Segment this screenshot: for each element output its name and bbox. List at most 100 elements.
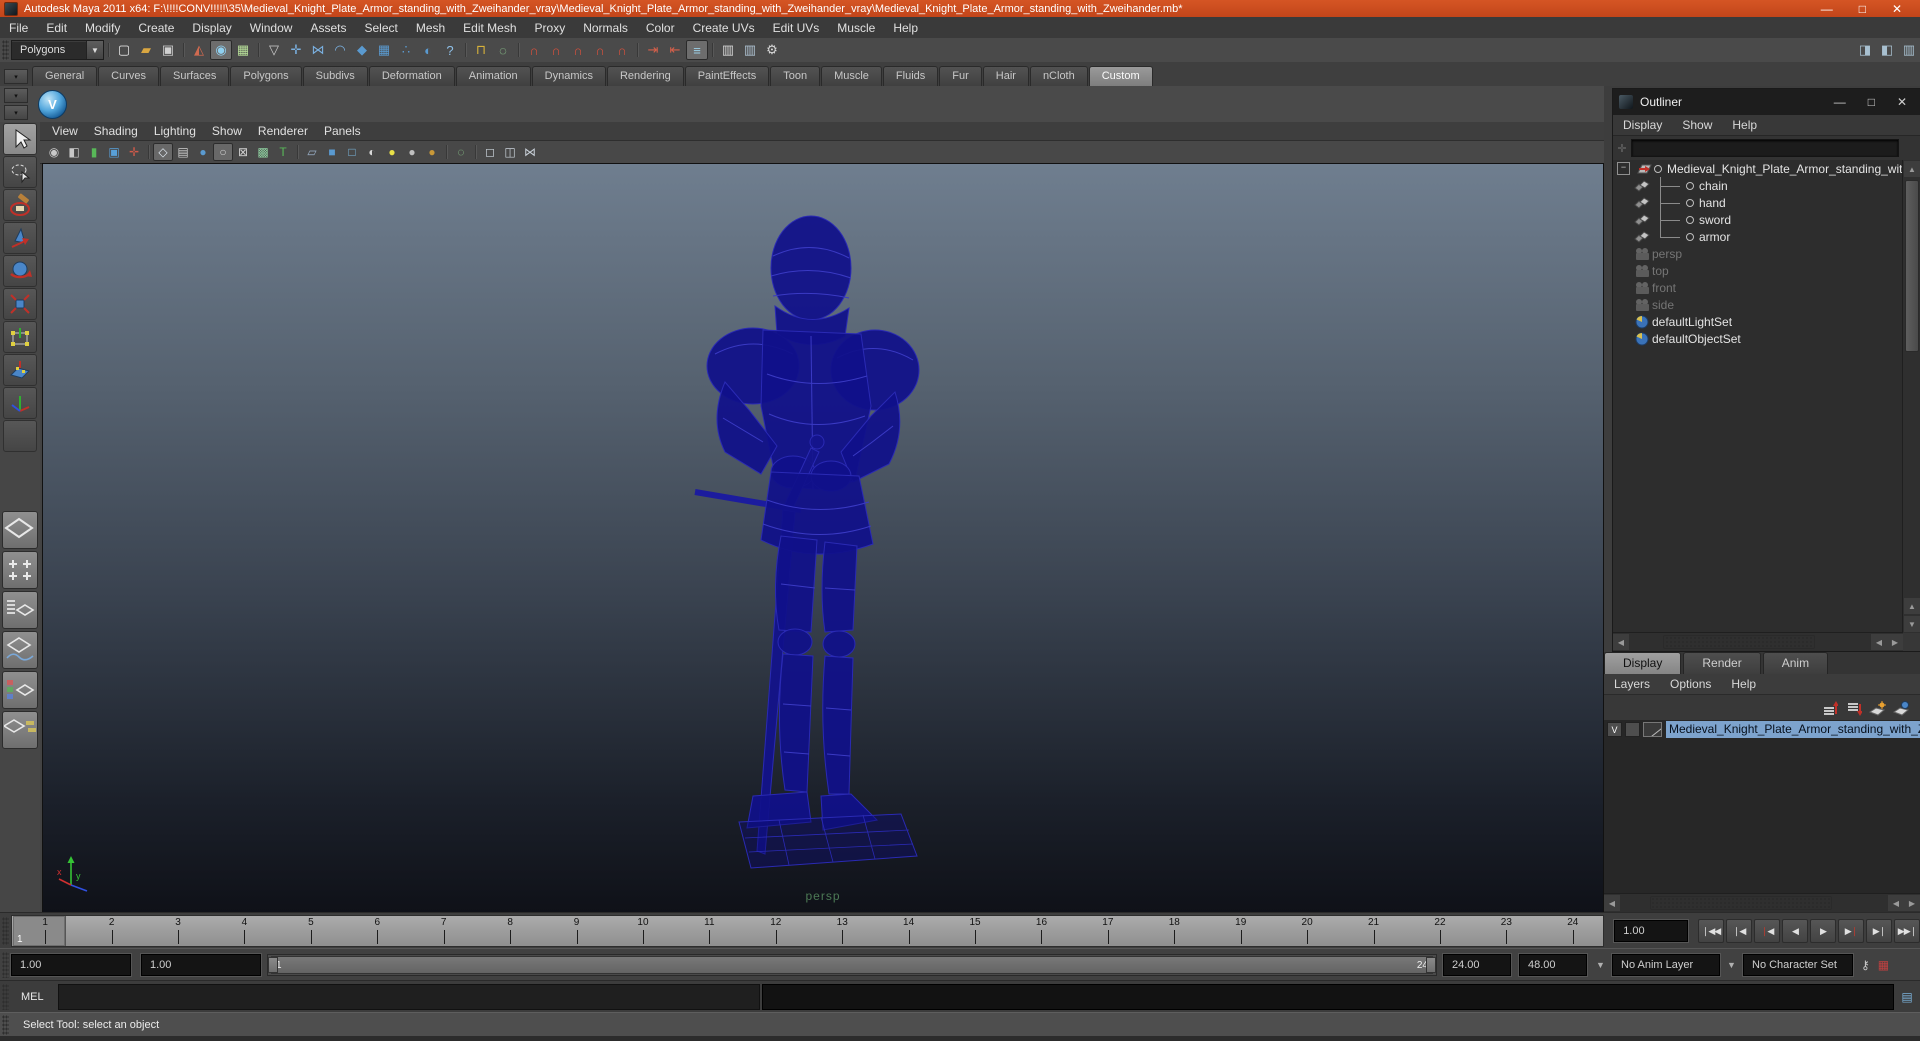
- shaded-display-icon[interactable]: ■: [322, 143, 342, 161]
- character-set-dropdown[interactable]: No Character Set: [1743, 954, 1853, 976]
- move-tool-button[interactable]: [3, 222, 37, 254]
- time-slider-grip[interactable]: [2, 916, 9, 946]
- scroll-right-icon[interactable]: ▶: [1887, 634, 1903, 650]
- maximize-button[interactable]: □: [1859, 2, 1866, 16]
- select-misc-mask-icon[interactable]: ?: [439, 40, 461, 60]
- outliner-horizontal-scrollbar[interactable]: ◀ ◀ ▶: [1613, 632, 1903, 651]
- last-tool-slot-button[interactable]: [3, 420, 37, 452]
- menu-create-uvs[interactable]: Create UVs: [684, 19, 764, 37]
- share-view-icon[interactable]: ⋈: [520, 143, 540, 161]
- animation-start-field[interactable]: 1.00: [11, 954, 131, 976]
- shelf-tab-ncloth[interactable]: nCloth: [1029, 66, 1088, 86]
- construction-history-icon[interactable]: ≡: [686, 40, 708, 60]
- outliner-item-defaultobjectset[interactable]: defaultObjectSet: [1613, 330, 1903, 347]
- outliner-filter-field[interactable]: [1631, 139, 1899, 157]
- shelf-tab-muscle[interactable]: Muscle: [821, 66, 882, 86]
- snap-to-point-icon[interactable]: ∩: [567, 40, 589, 60]
- shelf-tab-hair[interactable]: Hair: [982, 66, 1029, 86]
- layer-name[interactable]: Medieval_Knight_Plate_Armor_standing_wit…: [1666, 721, 1920, 738]
- outliner-titlebar[interactable]: Outliner — □ ✕: [1613, 89, 1920, 115]
- shelf-tab-curves[interactable]: Curves: [98, 66, 159, 86]
- select-surfaces-mask-icon[interactable]: ◆: [351, 40, 373, 60]
- select-curves-mask-icon[interactable]: ◠: [329, 40, 351, 60]
- menu-select[interactable]: Select: [355, 19, 406, 37]
- menu-normals[interactable]: Normals: [574, 19, 637, 37]
- layer-menu-help[interactable]: Help: [1721, 676, 1766, 692]
- outliner-item-sword[interactable]: sword: [1613, 211, 1903, 228]
- outliner-menu-display[interactable]: Display: [1613, 117, 1672, 133]
- select-by-hierarchy-icon[interactable]: ◭: [188, 40, 210, 60]
- time-slider[interactable]: 1 1 2 3 4 5 6 7 8 9 10 11 12 13 14 15 16 17 18 19 20 21 22 23 2…: [11, 915, 1605, 947]
- textured-display-icon[interactable]: □: [342, 143, 362, 161]
- chevron-down-icon[interactable]: ▼: [1724, 958, 1739, 973]
- panel-menu-shading[interactable]: Shading: [90, 123, 150, 139]
- shelf-item-menu-button[interactable]: ▾: [4, 105, 28, 120]
- shelf-tab-polygons[interactable]: Polygons: [230, 66, 302, 86]
- menu-assets[interactable]: Assets: [301, 19, 355, 37]
- snap-to-projected-center-icon[interactable]: ∩: [589, 40, 611, 60]
- ipr-render-icon[interactable]: ▥: [739, 40, 761, 60]
- current-time-field[interactable]: 1.00: [1614, 920, 1688, 942]
- command-line-language-toggle[interactable]: MEL: [11, 991, 58, 1003]
- shelf-tab-animation[interactable]: Animation: [455, 66, 531, 86]
- select-by-component-icon[interactable]: ▦: [232, 40, 254, 60]
- menu-modify[interactable]: Modify: [76, 19, 129, 37]
- anim-layer-dropdown[interactable]: No Anim Layer: [1612, 954, 1720, 976]
- outliner-item-side[interactable]: side: [1613, 296, 1903, 313]
- minimize-button[interactable]: —: [1821, 2, 1833, 16]
- toggle-tool-settings-icon[interactable]: ◧: [1876, 40, 1898, 60]
- use-all-lights-icon[interactable]: ●: [382, 143, 402, 161]
- create-layer-assign-selected-icon[interactable]: [1892, 700, 1910, 717]
- shelf-tab-rendering[interactable]: Rendering: [606, 66, 684, 86]
- panel-menu-renderer[interactable]: Renderer: [254, 123, 320, 139]
- create-empty-layer-icon[interactable]: [1868, 700, 1886, 717]
- camera-attributes-icon[interactable]: ◧: [64, 143, 84, 161]
- shelf-tab-menu-button[interactable]: ▾: [4, 69, 28, 84]
- flat-lighting-icon[interactable]: ●: [422, 143, 442, 161]
- layer-visibility-checkbox[interactable]: V: [1607, 722, 1622, 737]
- select-dynamics-mask-icon[interactable]: ∴: [395, 40, 417, 60]
- shelf-tab-painteffects[interactable]: PaintEffects: [684, 66, 770, 86]
- outliner-minimize-button[interactable]: —: [1834, 95, 1846, 109]
- outliner-close-button[interactable]: ✕: [1897, 95, 1907, 109]
- render-current-frame-icon[interactable]: ▥: [717, 40, 739, 60]
- chevron-down-icon[interactable]: ▼: [1593, 958, 1608, 973]
- snap-to-grid-icon[interactable]: ∩: [523, 40, 545, 60]
- select-tool-button[interactable]: [3, 123, 37, 155]
- play-backwards-button[interactable]: ◀: [1782, 919, 1808, 943]
- shelf-tab-subdivs[interactable]: Subdivs: [302, 66, 368, 86]
- output-connections-icon[interactable]: ⇤: [664, 40, 686, 60]
- scale-tool-button[interactable]: [3, 288, 37, 320]
- new-scene-icon[interactable]: ▢: [113, 40, 135, 60]
- scroll-left-icon[interactable]: ◀: [1871, 634, 1887, 650]
- outliner-item-top[interactable]: top: [1613, 262, 1903, 279]
- open-scene-icon[interactable]: ▰: [135, 40, 157, 60]
- panel-menu-lighting[interactable]: Lighting: [150, 123, 208, 139]
- scroll-up-icon[interactable]: ▲: [1904, 161, 1920, 177]
- checker-display-icon[interactable]: ◐: [362, 143, 382, 161]
- outliner-item-defaultlightset[interactable]: defaultLightSet: [1613, 313, 1903, 330]
- image-plane-icon[interactable]: ▣: [104, 143, 124, 161]
- vray-shelf-item[interactable]: V: [38, 89, 67, 119]
- shelf-menu-button[interactable]: ▾: [4, 88, 28, 103]
- input-connections-icon[interactable]: ⇥: [642, 40, 664, 60]
- soft-modification-tool-button[interactable]: [3, 354, 37, 386]
- menu-file[interactable]: File: [0, 19, 37, 37]
- scroll-down-icon[interactable]: ▼: [1904, 616, 1920, 632]
- select-by-object-icon[interactable]: ◉: [210, 40, 232, 60]
- range-end-handle[interactable]: [1426, 957, 1436, 973]
- select-rendering-mask-icon[interactable]: ◐: [417, 40, 439, 60]
- go-to-start-button[interactable]: ❘ ◀◀: [1698, 919, 1724, 943]
- outliner-menu-show[interactable]: Show: [1672, 117, 1722, 133]
- outliner-item-armor[interactable]: armor: [1613, 228, 1903, 245]
- toggle-channel-box-icon[interactable]: ▥: [1898, 40, 1920, 60]
- step-back-frame-button[interactable]: ❘ ◀: [1726, 919, 1752, 943]
- shelf-tab-deformation[interactable]: Deformation: [368, 66, 455, 86]
- step-forward-frame-button[interactable]: ▶ ❘: [1866, 919, 1892, 943]
- help-line-grip[interactable]: [2, 1015, 9, 1035]
- playback-end-field[interactable]: 24.00: [1443, 954, 1511, 976]
- isolate-select-icon[interactable]: ◌: [451, 143, 471, 161]
- menu-help[interactable]: Help: [884, 19, 927, 37]
- snap-to-curve-icon[interactable]: ∩: [545, 40, 567, 60]
- step-forward-key-button[interactable]: ▶ ❘: [1838, 919, 1864, 943]
